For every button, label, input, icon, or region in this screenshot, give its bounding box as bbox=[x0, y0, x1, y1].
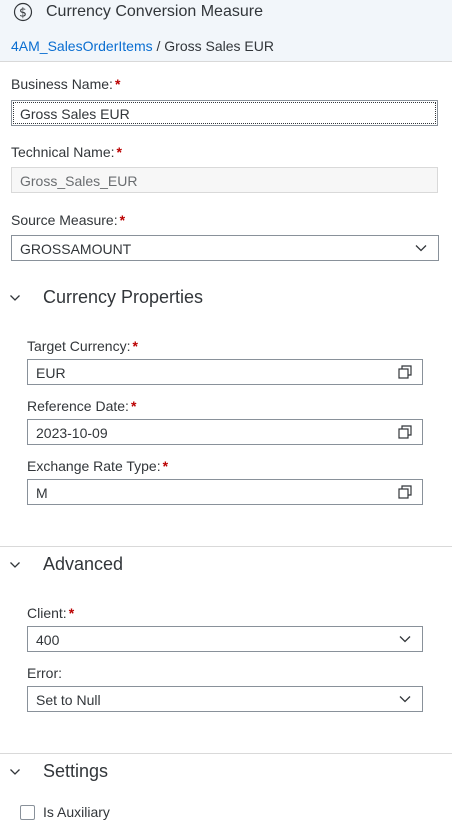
advanced-section-header[interactable]: Advanced bbox=[0, 550, 452, 580]
source-measure-select[interactable]: GROSSAMOUNT bbox=[11, 235, 439, 261]
target-currency-label-text: Target Currency: bbox=[27, 338, 131, 354]
section-title: Settings bbox=[43, 761, 109, 781]
section-divider bbox=[0, 753, 452, 754]
breadcrumb-current: Gross Sales EUR bbox=[164, 38, 274, 54]
business-name-label: Business Name: * bbox=[11, 76, 120, 92]
business-name-input[interactable]: Gross Sales EUR bbox=[11, 100, 438, 126]
error-label-text: Error: bbox=[27, 665, 62, 681]
breadcrumb-link-parent[interactable]: 4AM_SalesOrderItems bbox=[11, 38, 153, 54]
exchange-rate-type-label-text: Exchange Rate Type: bbox=[27, 458, 161, 474]
reference-date-value: 2023-10-09 bbox=[36, 425, 108, 441]
exchange-rate-type-label: Exchange Rate Type: * bbox=[27, 458, 168, 474]
exchange-rate-type-input[interactable]: M bbox=[27, 479, 423, 505]
technical-name-value: Gross_Sales_EUR bbox=[20, 173, 138, 189]
page-title: Currency Conversion Measure bbox=[46, 3, 263, 20]
breadcrumb-separator: / bbox=[156, 38, 161, 54]
required-marker: * bbox=[132, 338, 138, 354]
is-auxiliary-label[interactable]: Is Auxiliary bbox=[43, 804, 110, 820]
target-currency-value: EUR bbox=[36, 365, 66, 381]
required-marker: * bbox=[68, 605, 75, 621]
reference-date-label-text: Reference Date: bbox=[27, 398, 129, 414]
chevron-down-icon[interactable] bbox=[9, 291, 21, 303]
business-name-label-text: Business Name: bbox=[11, 76, 113, 92]
value-help-icon[interactable] bbox=[398, 485, 412, 499]
section-title: Advanced bbox=[43, 554, 124, 574]
technical-name-label: Technical Name: * bbox=[11, 144, 122, 160]
chevron-down-icon[interactable] bbox=[398, 632, 412, 646]
breadcrumb: 4AM_SalesOrderItems / Gross Sales EUR bbox=[11, 38, 274, 54]
value-help-icon[interactable] bbox=[398, 365, 412, 379]
client-label: Client: * bbox=[27, 605, 74, 621]
page-header: $ Currency Conversion Measure 4AM_SalesO… bbox=[0, 0, 452, 62]
required-marker: * bbox=[119, 212, 126, 228]
reference-date-label: Reference Date: * bbox=[27, 398, 136, 414]
chevron-down-icon[interactable] bbox=[9, 765, 21, 777]
chevron-down-icon[interactable] bbox=[9, 558, 21, 570]
section-divider bbox=[0, 546, 452, 547]
settings-section-header[interactable]: Settings bbox=[0, 757, 452, 787]
error-value: Set to Null bbox=[36, 692, 101, 708]
source-measure-value: GROSSAMOUNT bbox=[20, 241, 132, 257]
client-label-text: Client: bbox=[27, 605, 67, 621]
error-select[interactable]: Set to Null bbox=[27, 686, 423, 712]
source-measure-label: Source Measure: * bbox=[11, 212, 125, 228]
currency-properties-section-header[interactable]: Currency Properties bbox=[0, 283, 452, 313]
target-currency-input[interactable]: EUR bbox=[27, 359, 423, 385]
is-auxiliary-checkbox[interactable] bbox=[20, 805, 35, 820]
required-marker: * bbox=[116, 144, 122, 160]
value-help-icon[interactable] bbox=[398, 425, 412, 439]
client-value: 400 bbox=[36, 632, 60, 648]
error-label: Error: bbox=[27, 665, 62, 681]
reference-date-input[interactable]: 2023-10-09 bbox=[27, 419, 423, 445]
exchange-rate-type-value: M bbox=[36, 485, 48, 501]
chevron-down-icon[interactable] bbox=[414, 241, 428, 255]
required-marker: * bbox=[130, 398, 137, 414]
client-select[interactable]: 400 bbox=[27, 626, 423, 652]
required-marker: * bbox=[162, 458, 169, 474]
technical-name-label-text: Technical Name: bbox=[11, 144, 115, 160]
required-marker: * bbox=[114, 76, 121, 92]
target-currency-label: Target Currency: * bbox=[27, 338, 138, 354]
svg-text:$: $ bbox=[19, 6, 27, 20]
section-title: Currency Properties bbox=[43, 287, 204, 307]
currency-dollar-icon: $ bbox=[13, 2, 33, 22]
business-name-value: Gross Sales EUR bbox=[20, 106, 130, 122]
chevron-down-icon[interactable] bbox=[398, 692, 412, 706]
technical-name-input: Gross_Sales_EUR bbox=[11, 167, 438, 193]
source-measure-label-text: Source Measure: bbox=[11, 212, 118, 228]
